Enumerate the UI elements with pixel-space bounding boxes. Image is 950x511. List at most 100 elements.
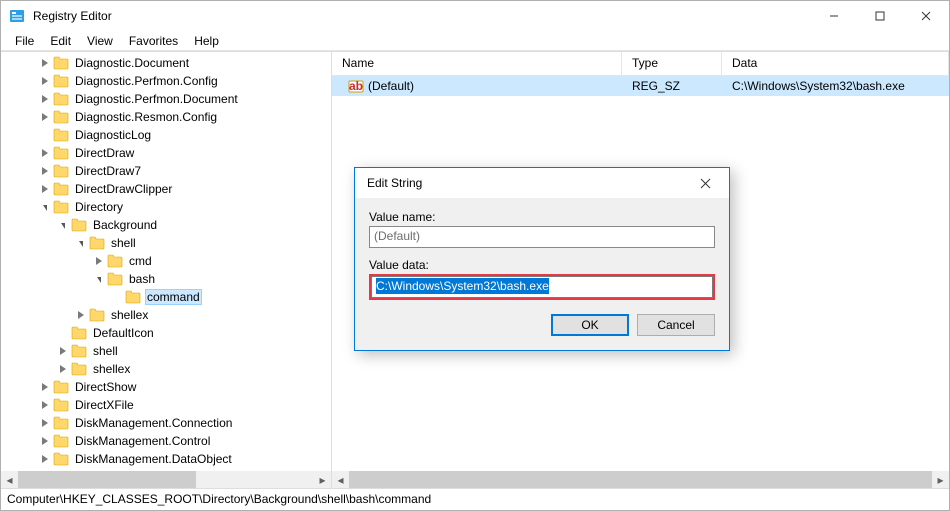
- minimize-button[interactable]: [811, 1, 857, 31]
- tree-node[interactable]: DiskManagement.Connection: [1, 414, 331, 432]
- column-type[interactable]: Type: [622, 52, 722, 75]
- value-name-field[interactable]: (Default): [369, 226, 715, 248]
- expand-icon[interactable]: [37, 433, 53, 449]
- scroll-track[interactable]: [349, 471, 932, 488]
- menu-file[interactable]: File: [7, 32, 42, 50]
- tree-node[interactable]: DiskManagement.DataObject: [1, 450, 331, 468]
- expand-icon[interactable]: [37, 163, 53, 179]
- tree-node-label[interactable]: shellex: [91, 361, 132, 377]
- column-name[interactable]: Name: [332, 52, 622, 75]
- edit-string-dialog: Edit String Value name: (Default) Value …: [354, 167, 730, 351]
- menu-favorites[interactable]: Favorites: [121, 32, 186, 50]
- tree-node[interactable]: command: [1, 288, 331, 306]
- tree-node[interactable]: Diagnostic.Resmon.Config: [1, 108, 331, 126]
- tree-node-label[interactable]: Diagnostic.Resmon.Config: [73, 109, 219, 125]
- tree-node-label[interactable]: Directory: [73, 199, 125, 215]
- ok-button[interactable]: OK: [551, 314, 629, 336]
- tree-node[interactable]: Diagnostic.Document: [1, 54, 331, 72]
- tree-node-label[interactable]: Diagnostic.Perfmon.Document: [73, 91, 240, 107]
- scroll-left-icon[interactable]: ◂: [332, 471, 349, 488]
- dialog-titlebar[interactable]: Edit String: [355, 168, 729, 198]
- scroll-thumb[interactable]: [18, 471, 196, 488]
- tree-node[interactable]: Directory: [1, 198, 331, 216]
- tree-node-label[interactable]: command: [145, 289, 202, 305]
- tree-node-label[interactable]: DiskManagement.Control: [73, 433, 212, 449]
- scroll-right-icon[interactable]: ▸: [932, 471, 949, 488]
- expand-icon[interactable]: [37, 91, 53, 107]
- tree-node[interactable]: DefaultIcon: [1, 324, 331, 342]
- registry-tree[interactable]: Diagnostic.Document Diagnostic.Perfmon.Co…: [1, 52, 331, 471]
- expand-icon[interactable]: [37, 73, 53, 89]
- expand-icon[interactable]: [73, 307, 89, 323]
- expand-icon[interactable]: [37, 451, 53, 467]
- expand-icon[interactable]: [37, 55, 53, 71]
- expand-icon[interactable]: [37, 181, 53, 197]
- value-data-text: C:\Windows\System32\bash.exe: [376, 278, 549, 294]
- horizontal-scrollbar[interactable]: ◂ ▸: [332, 471, 949, 488]
- maximize-button[interactable]: [857, 1, 903, 31]
- tree-node[interactable]: shell: [1, 342, 331, 360]
- tree-node[interactable]: DirectXFile: [1, 396, 331, 414]
- tree-node-label[interactable]: DirectXFile: [73, 397, 136, 413]
- collapse-icon[interactable]: [37, 199, 53, 215]
- scroll-thumb[interactable]: [349, 471, 932, 488]
- expand-icon[interactable]: [37, 145, 53, 161]
- tree-node[interactable]: Diagnostic.Perfmon.Config: [1, 72, 331, 90]
- expand-icon[interactable]: [55, 361, 71, 377]
- expand-icon[interactable]: [91, 253, 107, 269]
- collapse-icon[interactable]: [73, 235, 89, 251]
- value-data-cell: C:\Windows\System32\bash.exe: [722, 79, 949, 93]
- tree-node-label[interactable]: DiagnosticLog: [73, 127, 153, 143]
- tree-node[interactable]: bash: [1, 270, 331, 288]
- tree-node-label[interactable]: shell: [109, 235, 138, 251]
- expand-icon[interactable]: [37, 379, 53, 395]
- tree-node[interactable]: cmd: [1, 252, 331, 270]
- expand-icon[interactable]: [55, 343, 71, 359]
- tree-node-label[interactable]: cmd: [127, 253, 154, 269]
- tree-node[interactable]: Diagnostic.Perfmon.Document: [1, 90, 331, 108]
- tree-node-label[interactable]: bash: [127, 271, 157, 287]
- collapse-icon[interactable]: [55, 217, 71, 233]
- column-data[interactable]: Data: [722, 52, 949, 75]
- tree-node-label[interactable]: DefaultIcon: [91, 325, 156, 341]
- tree-node-label[interactable]: Diagnostic.Perfmon.Config: [73, 73, 220, 89]
- tree-node-label[interactable]: shellex: [109, 307, 150, 323]
- tree-node[interactable]: Background: [1, 216, 331, 234]
- scroll-left-icon[interactable]: ◂: [1, 471, 18, 488]
- horizontal-scrollbar[interactable]: ◂ ▸: [1, 471, 331, 488]
- tree-node[interactable]: DirectDrawClipper: [1, 180, 331, 198]
- menu-edit[interactable]: Edit: [42, 32, 79, 50]
- tree-node[interactable]: shellex: [1, 306, 331, 324]
- tree-node-label[interactable]: DirectDrawClipper: [73, 181, 174, 197]
- scroll-track[interactable]: [18, 471, 314, 488]
- tree-node[interactable]: DirectDraw: [1, 144, 331, 162]
- tree-node[interactable]: DirectShow: [1, 378, 331, 396]
- tree-node-label[interactable]: DiskManagement.Connection: [73, 415, 234, 431]
- expand-icon[interactable]: [37, 109, 53, 125]
- tree-node-label[interactable]: DirectDraw: [73, 145, 136, 161]
- dialog-close-button[interactable]: [685, 169, 725, 197]
- folder-icon: [53, 146, 69, 160]
- tree-node-label[interactable]: DirectShow: [73, 379, 138, 395]
- value-row[interactable]: ab(Default)REG_SZC:\Windows\System32\bas…: [332, 76, 949, 96]
- menu-view[interactable]: View: [79, 32, 121, 50]
- tree-node[interactable]: DiskManagement.Control: [1, 432, 331, 450]
- scroll-right-icon[interactable]: ▸: [314, 471, 331, 488]
- tree-node-label[interactable]: Background: [91, 217, 159, 233]
- tree-pane: Diagnostic.Document Diagnostic.Perfmon.Co…: [1, 52, 332, 488]
- tree-node[interactable]: DiagnosticLog: [1, 126, 331, 144]
- tree-node[interactable]: shellex: [1, 360, 331, 378]
- menu-help[interactable]: Help: [186, 32, 227, 50]
- tree-node[interactable]: DirectDraw7: [1, 162, 331, 180]
- expand-icon[interactable]: [37, 415, 53, 431]
- tree-node-label[interactable]: Diagnostic.Document: [73, 55, 191, 71]
- value-data-field[interactable]: C:\Windows\System32\bash.exe: [371, 276, 713, 298]
- tree-node-label[interactable]: shell: [91, 343, 120, 359]
- expand-icon[interactable]: [37, 397, 53, 413]
- tree-node[interactable]: shell: [1, 234, 331, 252]
- cancel-button[interactable]: Cancel: [637, 314, 715, 336]
- collapse-icon[interactable]: [91, 271, 107, 287]
- close-button[interactable]: [903, 1, 949, 31]
- tree-node-label[interactable]: DiskManagement.DataObject: [73, 451, 234, 467]
- tree-node-label[interactable]: DirectDraw7: [73, 163, 143, 179]
